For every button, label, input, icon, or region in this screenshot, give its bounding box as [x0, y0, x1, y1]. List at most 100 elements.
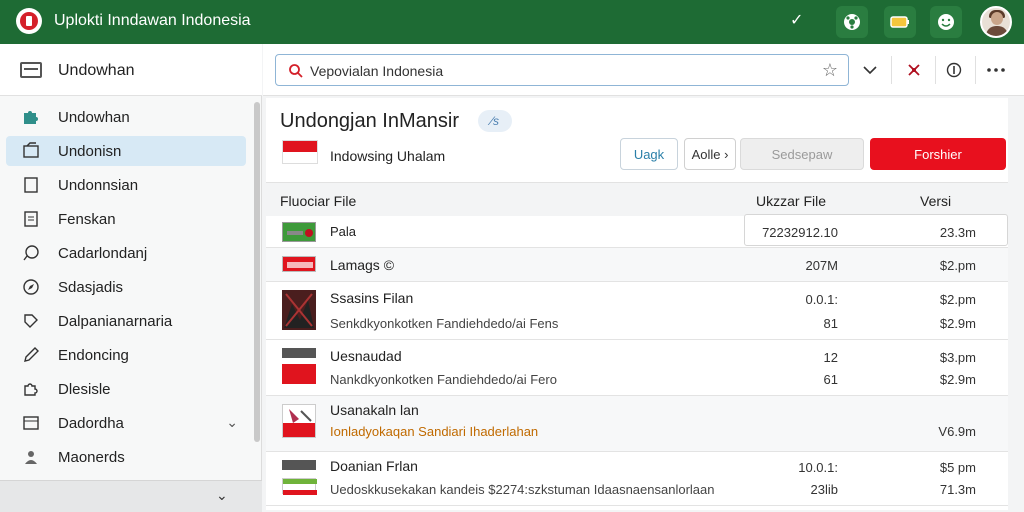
file-description: Senkdkyonkotken Fandiehdedo/ai Fens [330, 316, 559, 331]
compass-icon [22, 278, 40, 296]
sidebar-item-8[interactable]: Dlesisle [6, 374, 246, 404]
main-panel: Undongjan InMansir ⁄s Indowsing Uhalam U… [266, 98, 1008, 510]
package-title: Undongjan InMansir [280, 110, 459, 132]
sidebar-item-2[interactable]: Undonnsian [6, 170, 246, 200]
flag-thumbnail [282, 478, 317, 495]
col-version-header: Versi [920, 193, 952, 209]
file-name: Usanakaln lan [330, 402, 419, 418]
collapse-chevron-icon[interactable]: ⌄ [216, 487, 228, 504]
file-size: 207M [805, 258, 838, 273]
table-row[interactable]: Doanian Frlan Uedoskkusekakan kandeis $2… [266, 452, 1008, 506]
file-thumbnail [282, 256, 316, 272]
file-size: 0.0.1: [805, 292, 838, 307]
package-subtitle: Indowsing Uhalam [330, 148, 446, 164]
puzzle-outline-icon [22, 380, 40, 398]
sidebar-item-7[interactable]: Endoncing [6, 340, 246, 370]
sidebar-item-0[interactable]: Undowhan [6, 102, 246, 132]
forshier-button[interactable]: Forshier [870, 138, 1006, 170]
search-input[interactable] [310, 63, 790, 79]
file-name: Uesnaudad [330, 348, 402, 364]
settings-gear-icon[interactable] [836, 6, 868, 38]
file-thumbnail [282, 460, 316, 470]
sidebar-item-4[interactable]: Cadarlondanj [6, 238, 246, 268]
sidebar-header-label: Undowhan [58, 62, 135, 79]
flag-thumbnail [282, 364, 316, 384]
file-version-secondary: 71.3m [939, 482, 976, 497]
file-name: Ssasins Filan [330, 290, 414, 306]
sidebar-item-9[interactable]: Dadordha ⌄ [6, 408, 246, 438]
app-logo-icon [16, 8, 42, 34]
file-size: 72232912.10 [762, 225, 838, 240]
file-description: Uedoskkusekakan kandeis $2274:szkstuman … [330, 482, 715, 497]
tag-icon [22, 312, 40, 330]
battery-icon[interactable] [884, 6, 916, 38]
library-icon [20, 62, 42, 78]
indonesia-flag-icon [282, 140, 318, 164]
file-thumbnail [282, 404, 316, 438]
sidebar: Undowhan Undowhan Undonisn Undonnsian Fe… [0, 44, 262, 512]
sidebar-item-5[interactable]: Sdasjadis [6, 272, 246, 302]
file-thumbnail [282, 290, 316, 330]
dropdown-chevron-button[interactable] [853, 54, 887, 86]
file-thumbnail [282, 222, 316, 242]
more-options-icon[interactable] [979, 54, 1013, 86]
chat-icon [22, 244, 40, 262]
package-badge: ⁄s [478, 110, 512, 132]
uagk-button[interactable]: Uagk [620, 138, 678, 170]
sidebar-footer: ⌄ [0, 480, 262, 512]
check-icon[interactable]: ✓ [790, 10, 803, 30]
file-version: $2.pm [939, 258, 976, 273]
file-version-secondary: $2.9m [939, 316, 976, 331]
table-row[interactable]: Usanakaln lan Ionladyokaqan Sandiari Iha… [266, 396, 1008, 452]
file-size: 10.0.1: [798, 460, 838, 475]
file-size-secondary: 61 [823, 372, 838, 387]
sidebar-scrollbar[interactable] [254, 102, 260, 442]
table-row[interactable]: Uesnaudad Nankdkyonkotken Fandiehdedo/ai… [266, 340, 1008, 396]
file-version-secondary: $2.9m [939, 372, 976, 387]
table-header: Fluociar File Ukzzar File Versi [266, 182, 1008, 216]
chevron-down-icon[interactable]: ⌄ [226, 414, 238, 431]
app-title: Uplokti Inndawan Indonesia [54, 12, 251, 29]
document-icon [22, 176, 40, 194]
sidebar-item-6[interactable]: Dalpanianarnaria [6, 306, 246, 336]
file-size-secondary: 81 [823, 316, 838, 331]
file-size: 12 [823, 350, 838, 365]
pen-icon [22, 346, 40, 364]
file-version: $2.pm [939, 292, 976, 307]
sedsepaw-button: Sedsepaw [740, 138, 864, 170]
file-name: Doanian Frlan [330, 458, 418, 474]
table-row[interactable]: Lamags © 207M $2.pm [266, 248, 1008, 282]
aolle-button[interactable]: Aolle › [684, 138, 736, 170]
user-avatar[interactable] [980, 6, 1012, 38]
file-name: Lamags © [330, 257, 395, 273]
puzzle-icon [22, 108, 40, 126]
title-bar: Uplokti Inndawan Indonesia ✓ [0, 0, 1024, 44]
info-icon[interactable] [937, 54, 971, 86]
folder-icon [22, 142, 40, 160]
file-name: Pala [330, 224, 357, 239]
file-version: $5 pm [939, 460, 976, 475]
file-version: V6.9m [938, 424, 976, 439]
file-description: Ionladyokaqan Sandiari Ihaderlahan [330, 424, 539, 439]
sidebar-item-10[interactable]: Maonerds [6, 442, 246, 472]
layout-icon [22, 414, 40, 432]
file-size-secondary: 23lib [810, 482, 838, 497]
col-name-header: Fluociar File [280, 193, 357, 209]
file-thumbnail [282, 348, 316, 358]
col-size-header: Ukzzar File [756, 193, 827, 209]
file-version: $3.pm [939, 350, 976, 365]
sidebar-header: Undowhan [0, 44, 262, 96]
table-row[interactable]: Pala 72232912.10 23.3m [266, 214, 1008, 248]
file-version: 23.3m [939, 225, 976, 240]
file-text-icon [22, 210, 40, 228]
search-icon [288, 63, 304, 84]
sidebar-item-3[interactable]: Fenskan [6, 204, 246, 234]
star-icon[interactable]: ☆ [822, 60, 838, 81]
table-row[interactable]: Ssasins Filan Senkdkyonkotken Fandiehded… [266, 282, 1008, 340]
toolbar: ☆ [263, 44, 1024, 96]
tools-icon[interactable] [897, 54, 931, 86]
sidebar-item-1[interactable]: Undonisn [6, 136, 246, 166]
people-icon [22, 448, 40, 466]
search-box[interactable]: ☆ [275, 54, 849, 86]
smiley-icon[interactable] [930, 6, 962, 38]
